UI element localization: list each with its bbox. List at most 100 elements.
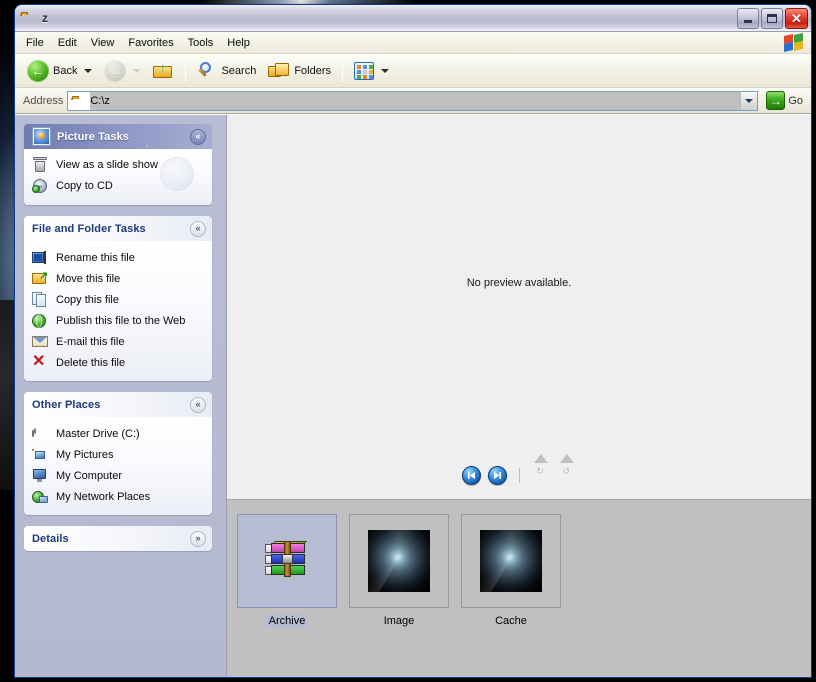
- slideshow-icon: [32, 156, 49, 173]
- panel-body-picture-tasks: View as a slide show Copy to CD: [24, 144, 212, 205]
- panel-header-picture-tasks[interactable]: Picture Tasks «: [24, 124, 212, 149]
- windows-flag-icon: [783, 33, 805, 53]
- task-copy-to-cd[interactable]: Copy to CD: [32, 175, 206, 196]
- panel-body-other-places: Master Drive (C:) My Pictures My Compute…: [24, 417, 212, 515]
- folder-icon: [71, 94, 86, 108]
- rotate-clockwise-button[interactable]: ↻: [532, 454, 551, 485]
- panel-body-file-and-folder-tasks: Rename this file ↗ Move this file Copy t…: [24, 241, 212, 381]
- thumbnail-box: [349, 514, 449, 608]
- delete-icon: ✕: [32, 353, 46, 370]
- collapse-chevron-up-icon[interactable]: «: [190, 220, 206, 237]
- back-button-label: Back: [53, 64, 78, 77]
- filmstrip-preview-pane: No preview available. ↻ ↺: [227, 115, 811, 499]
- task-copy-this-file[interactable]: Copy this file: [32, 289, 206, 310]
- place-my-pictures[interactable]: My Pictures: [32, 444, 206, 465]
- window-controls: ✕: [737, 7, 808, 29]
- back-history-chevron-down-icon[interactable]: [84, 68, 93, 73]
- nebula-thumbnail: [368, 530, 430, 592]
- views-icon: [354, 61, 375, 80]
- content-area: No preview available. ↻ ↺ Archive Image …: [226, 115, 811, 677]
- thumbnail-item-cache[interactable]: Cache: [461, 514, 561, 628]
- my-computer-icon: [32, 467, 49, 484]
- winrar-archive-icon: [265, 541, 309, 581]
- panel-header-details[interactable]: Details »: [24, 526, 212, 551]
- address-chevron-down-icon[interactable]: [740, 91, 758, 110]
- forward-history-chevron-down-icon: [133, 68, 142, 73]
- title-bar[interactable]: z ✕: [15, 5, 811, 32]
- task-label: E-mail this file: [56, 335, 125, 348]
- controls-separator: [518, 468, 520, 483]
- maximize-button[interactable]: [761, 7, 783, 29]
- task-delete-this-file[interactable]: ✕ Delete this file: [32, 352, 206, 373]
- folders-button-label: Folders: [294, 64, 332, 77]
- thumbnail-item-image[interactable]: Image: [349, 514, 449, 628]
- menu-item-file[interactable]: File: [19, 34, 51, 52]
- filmstrip-controls: ↻ ↺: [227, 454, 811, 485]
- publish-web-icon: [32, 312, 49, 329]
- search-icon: [197, 61, 217, 81]
- filmstrip-thumbnail-strip[interactable]: Archive Image Cache: [227, 499, 811, 677]
- task-email-this-file[interactable]: E-mail this file: [32, 331, 206, 352]
- thumbnail-box: [461, 514, 561, 608]
- collapse-chevron-up-icon[interactable]: «: [190, 128, 206, 145]
- back-button[interactable]: ← Back: [21, 57, 98, 85]
- up-button[interactable]: ↑: [147, 57, 180, 85]
- place-label: My Pictures: [56, 448, 114, 461]
- task-publish-this-file-to-the-web[interactable]: Publish this file to the Web: [32, 310, 206, 331]
- task-pane-sidebar: Picture Tasks « View as a slide show Cop…: [15, 115, 226, 677]
- task-move-this-file[interactable]: ↗ Move this file: [32, 268, 206, 289]
- panel-title-picture-tasks: Picture Tasks: [57, 130, 130, 143]
- place-label: Master Drive (C:): [56, 427, 140, 440]
- thumbnail-label: Cache: [495, 615, 527, 627]
- panel-title-other-places: Other Places: [32, 398, 101, 411]
- menu-item-edit[interactable]: Edit: [51, 34, 84, 52]
- folders-button[interactable]: Folders: [262, 57, 337, 85]
- task-rename-this-file[interactable]: Rename this file: [32, 247, 206, 268]
- minimize-button[interactable]: [737, 7, 759, 29]
- place-my-network-places[interactable]: My Network Places: [32, 486, 206, 507]
- close-button[interactable]: ✕: [785, 7, 808, 29]
- forward-button[interactable]: →: [98, 57, 147, 85]
- panel-details: Details »: [24, 526, 212, 551]
- place-master-drive-c[interactable]: Master Drive (C:): [32, 423, 206, 444]
- task-label: Copy to CD: [56, 179, 113, 192]
- previous-image-button[interactable]: [461, 466, 481, 485]
- toolbar: ← Back → ↑ Search Folders: [15, 54, 811, 88]
- next-image-button[interactable]: [487, 466, 507, 485]
- menu-item-view[interactable]: View: [84, 34, 122, 52]
- folder-icon: [20, 10, 37, 27]
- panel-header-other-places[interactable]: Other Places «: [24, 392, 212, 417]
- task-label: Delete this file: [56, 356, 126, 369]
- views-chevron-down-icon[interactable]: [381, 68, 390, 73]
- desktop-background: z ✕ File Edit View Favorites Tools Help: [0, 0, 816, 682]
- search-button[interactable]: Search: [191, 57, 262, 85]
- panel-title-details: Details: [32, 532, 69, 545]
- picture-tasks-icon: [32, 126, 52, 147]
- rename-icon: [32, 249, 49, 266]
- task-label: Copy this file: [56, 293, 119, 306]
- expand-chevron-down-icon[interactable]: »: [190, 530, 206, 547]
- go-button[interactable]: → Go: [762, 91, 807, 110]
- folders-icon: [268, 62, 290, 80]
- views-button[interactable]: [348, 57, 395, 85]
- panel-title-file-and-folder-tasks: File and Folder Tasks: [32, 222, 146, 235]
- panel-header-file-and-folder-tasks[interactable]: File and Folder Tasks «: [24, 216, 212, 241]
- collapse-chevron-up-icon[interactable]: «: [190, 396, 206, 413]
- place-label: My Network Places: [56, 490, 151, 503]
- nebula-thumbnail: [480, 530, 542, 592]
- panel-other-places: Other Places « Master Drive (C:) My Pict…: [24, 392, 212, 515]
- address-input[interactable]: C:\z: [90, 91, 741, 110]
- rotate-counterclockwise-button[interactable]: ↺: [558, 454, 577, 485]
- thumbnail-box: [237, 514, 337, 608]
- place-my-computer[interactable]: My Computer: [32, 465, 206, 486]
- email-icon: [32, 333, 49, 350]
- window-body: Picture Tasks « View as a slide show Cop…: [15, 114, 811, 677]
- back-arrow-icon: ←: [27, 59, 49, 82]
- address-combobox[interactable]: C:\z: [67, 90, 759, 111]
- menu-item-favorites[interactable]: Favorites: [121, 34, 180, 52]
- menu-item-help[interactable]: Help: [220, 34, 257, 52]
- place-label: My Computer: [56, 469, 123, 482]
- task-view-as-slide-show[interactable]: View as a slide show: [32, 154, 206, 175]
- thumbnail-item-archive[interactable]: Archive: [237, 514, 337, 628]
- menu-item-tools[interactable]: Tools: [181, 34, 221, 52]
